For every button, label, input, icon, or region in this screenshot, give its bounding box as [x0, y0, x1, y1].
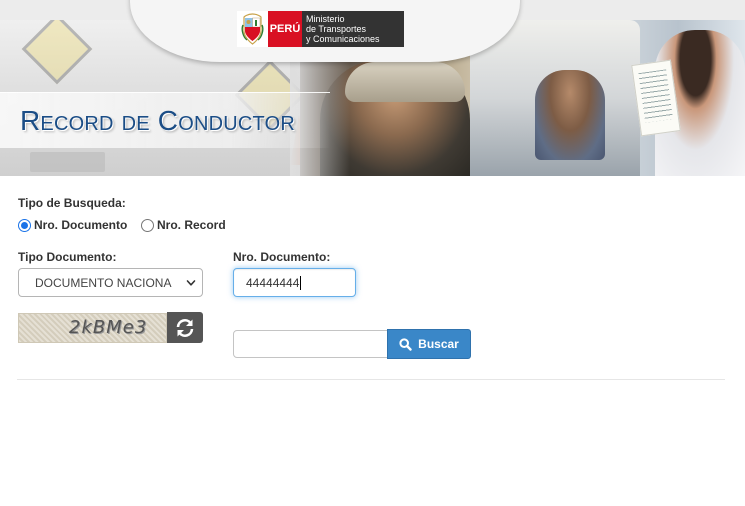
search-type-label: Tipo de Busqueda:: [18, 196, 126, 210]
captcha-image: 2kBMe3: [18, 313, 167, 343]
logo-ministry-line: y Comunicaciones: [306, 34, 380, 44]
captcha-input[interactable]: [233, 330, 388, 358]
logo-ministry-line: Ministerio: [306, 14, 345, 24]
radio-nro-documento[interactable]: Nro. Documento: [18, 218, 127, 232]
captcha-text: 2kBMe3: [69, 317, 148, 338]
coat-of-arms-icon: [237, 11, 268, 47]
document-number-input[interactable]: 44444444: [233, 268, 356, 297]
radio-nro-record[interactable]: Nro. Record: [141, 218, 226, 232]
search-button-label: Buscar: [418, 337, 459, 351]
radio-checked-icon[interactable]: [18, 218, 31, 232]
radio-unchecked-icon[interactable]: [141, 218, 154, 232]
document-number-label: Nro. Documento:: [233, 250, 331, 264]
document-type-select[interactable]: DOCUMENTO NACIONA: [18, 268, 203, 297]
search-icon: [399, 337, 412, 351]
divider: [17, 379, 725, 380]
search-button[interactable]: Buscar: [387, 329, 471, 359]
officer-helmet-graphic: [345, 62, 465, 102]
logo-ministry-line: de Transportes: [306, 24, 367, 34]
refresh-icon: [176, 318, 194, 337]
chevron-down-icon: [186, 280, 196, 286]
ministry-logo[interactable]: PERÚ Ministerio de Transportes y Comunic…: [237, 11, 404, 47]
driver-graphic: [535, 70, 605, 160]
document-type-label: Tipo Documento:: [18, 250, 117, 264]
page-title: Record de Conductor: [20, 105, 295, 136]
radio-label: Nro. Documento: [34, 218, 128, 232]
document-number-value: 44444444: [246, 275, 300, 290]
truck-graphic: [30, 152, 105, 172]
text-caret: [300, 275, 302, 290]
captcha-refresh-button[interactable]: [167, 312, 203, 343]
header-banner: PERÚ Ministerio de Transportes y Comunic…: [0, 0, 745, 176]
radio-label: Nro. Record: [157, 218, 226, 232]
logo-country-label: PERÚ: [268, 11, 302, 47]
logo-ministry-label: Ministerio de Transportes y Comunicacion…: [302, 11, 404, 47]
document-type-selected: DOCUMENTO NACIONA: [35, 275, 172, 290]
